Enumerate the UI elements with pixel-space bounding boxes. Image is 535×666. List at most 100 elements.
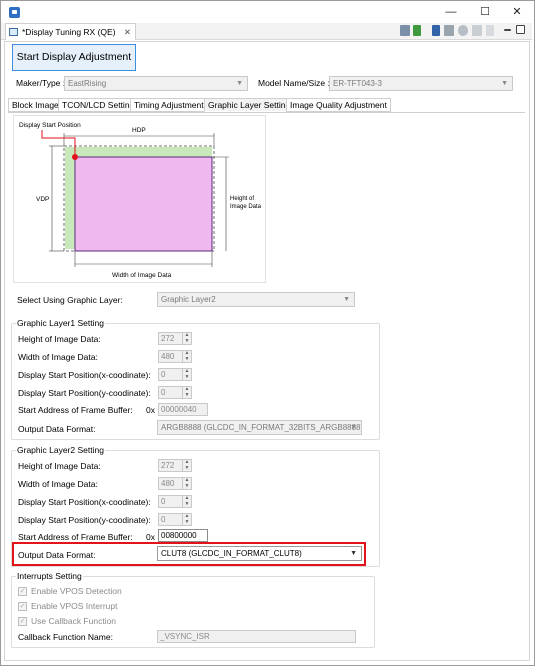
layer2-addr-label: Start Address of Frame Buffer: xyxy=(18,532,133,542)
layer2-starty-label: Display Start Position(y-coodinate): xyxy=(18,515,151,525)
layer1-addr-prefix: 0x xyxy=(146,405,155,415)
spin-arrows-icon[interactable]: ▲ ▼ xyxy=(182,477,191,489)
layer2-height-label: Height of Image Data: xyxy=(18,461,101,471)
graphic-layer-diagram: Display Start Position HDP VDP Height of… xyxy=(13,115,266,283)
image-data-area xyxy=(74,156,213,252)
tab-graphic-layer-setting[interactable]: Graphic Layer Setting xyxy=(204,98,295,112)
pin-icon[interactable] xyxy=(486,25,494,36)
layer1-title: Graphic Layer1 Setting xyxy=(16,318,105,328)
spin-arrows-icon[interactable]: ▲ ▼ xyxy=(182,368,191,380)
tab-timing-adjustment[interactable]: Timing Adjustment xyxy=(130,98,208,112)
layer1-width-value: 480 xyxy=(161,352,175,361)
close-tab-icon[interactable]: ✕ xyxy=(124,27,131,37)
model-value: ER-TFT043-3 xyxy=(333,79,382,88)
refresh-icon[interactable] xyxy=(458,25,468,36)
spin-arrows-icon[interactable]: ▲ ▼ xyxy=(182,386,191,398)
diagram-svg: Display Start Position HDP VDP Height of… xyxy=(19,122,262,279)
select-layer-label: Select Using Graphic Layer: xyxy=(17,295,123,305)
layer1-width-label: Width of Image Data: xyxy=(18,352,98,362)
editor-tab[interactable]: *Display Tuning RX (QE) ✕ xyxy=(5,23,137,40)
model-label: Model Name/Size : xyxy=(258,78,330,88)
width-label: Width of Image Data xyxy=(112,272,172,279)
layer2-startx-spinner[interactable]: 0 ▲ ▼ xyxy=(158,495,192,508)
layer1-starty-label: Display Start Position(y-coodinate): xyxy=(18,388,151,398)
app-icon xyxy=(9,7,20,18)
interrupts-title: Interrupts Setting xyxy=(16,571,83,581)
model-select[interactable]: ER-TFT043-3 ▼ xyxy=(329,76,513,91)
maker-select[interactable]: EastRising ▼ xyxy=(64,76,248,91)
callback-name-input[interactable]: _VSYNC_ISR xyxy=(157,630,356,643)
use-callback-label: Use Callback Function xyxy=(31,616,117,626)
layer1-startx-value: 0 xyxy=(161,370,166,379)
chevron-down-icon: ▼ xyxy=(350,424,357,431)
vpos-detection-checkbox[interactable]: ✓ xyxy=(18,587,27,596)
editor-tab-label: *Display Tuning RX (QE) xyxy=(22,27,116,37)
layer2-height-value: 272 xyxy=(161,461,175,470)
layer2-title: Graphic Layer2 Setting xyxy=(16,445,105,455)
maximize-button[interactable]: ☐ xyxy=(471,4,499,20)
maker-label: Maker/Type : xyxy=(16,78,66,88)
tab-image-quality-adjustment[interactable]: Image Quality Adjustment xyxy=(286,98,391,112)
layer2-addr-input[interactable]: 00800000 xyxy=(158,529,208,542)
vpos-interrupt-checkbox[interactable]: ✓ xyxy=(18,602,27,611)
export-icon[interactable] xyxy=(444,25,454,36)
layer1-startx-label: Display Start Position(x-coodinate): xyxy=(18,370,151,380)
layer2-width-spinner[interactable]: 480 ▲ ▼ xyxy=(158,477,192,490)
minimize-view-icon[interactable] xyxy=(504,29,511,31)
layer1-width-spinner[interactable]: 480 ▲ ▼ xyxy=(158,350,192,363)
layer1-startx-spinner[interactable]: 0 ▲ ▼ xyxy=(158,368,192,381)
start-position-dot xyxy=(72,154,78,160)
layer1-height-spinner[interactable]: 272 ▲ ▼ xyxy=(158,332,192,345)
select-layer-combo[interactable]: Graphic Layer2 ▼ xyxy=(157,292,355,307)
layout-icon[interactable] xyxy=(472,25,482,36)
highlight-box xyxy=(12,542,366,566)
use-callback-checkbox[interactable]: ✓ xyxy=(18,617,27,626)
layer1-format-label: Output Data Format: xyxy=(18,424,96,434)
spin-arrows-icon[interactable]: ▲ ▼ xyxy=(182,495,191,507)
layer2-starty-value: 0 xyxy=(161,515,166,524)
tab-tcon-lcd-setting[interactable]: TCON/LCD Setting xyxy=(58,98,139,112)
chevron-down-icon: ▼ xyxy=(343,296,350,303)
layer1-height-value: 272 xyxy=(161,334,175,343)
layer2-addr-prefix: 0x xyxy=(146,532,155,542)
layer2-startx-label: Display Start Position(x-coodinate): xyxy=(18,497,151,507)
vpos-detection-label: Enable VPOS Detection xyxy=(31,586,122,596)
height-label-line1: Height of xyxy=(230,196,254,202)
start-position-label: Display Start Position xyxy=(19,122,81,129)
minimize-button[interactable]: — xyxy=(437,4,465,20)
layer1-format-value: ARGB8888 (GLCDC_IN_FORMAT_32BITS_ARGB888… xyxy=(161,423,362,432)
document-icon[interactable] xyxy=(432,25,440,36)
vpos-interrupt-label: Enable VPOS Interrupt xyxy=(31,601,118,611)
close-button[interactable]: ✕ xyxy=(503,4,531,20)
layer1-starty-value: 0 xyxy=(161,388,166,397)
chevron-down-icon: ▼ xyxy=(501,80,508,87)
monitor-icon[interactable] xyxy=(400,25,410,36)
select-layer-value: Graphic Layer2 xyxy=(161,295,216,304)
maker-value: EastRising xyxy=(68,79,107,88)
title-bar: — ☐ ✕ xyxy=(1,1,532,23)
layer1-format-select[interactable]: ARGB8888 (GLCDC_IN_FORMAT_32BITS_ARGB888… xyxy=(157,420,362,435)
layer2-height-spinner[interactable]: 272 ▲ ▼ xyxy=(158,459,192,472)
layer2-startx-value: 0 xyxy=(161,497,166,506)
hdp-label: HDP xyxy=(132,127,146,134)
callback-name-label: Callback Function Name: xyxy=(18,632,113,642)
start-display-adjustment-button[interactable]: Start Display Adjustment xyxy=(12,44,136,71)
maximize-view-icon[interactable] xyxy=(516,25,525,34)
spin-arrows-icon[interactable]: ▲ ▼ xyxy=(182,513,191,525)
spin-arrows-icon[interactable]: ▲ ▼ xyxy=(182,332,191,344)
layer1-height-label: Height of Image Data: xyxy=(18,334,101,344)
vdp-label: VDP xyxy=(36,196,49,203)
spin-arrows-icon[interactable]: ▲ ▼ xyxy=(182,459,191,471)
chevron-down-icon: ▼ xyxy=(236,80,243,87)
spin-arrows-icon[interactable]: ▲ ▼ xyxy=(182,350,191,362)
layer1-addr-input[interactable]: 00000040 xyxy=(158,403,208,416)
monitor-icon xyxy=(9,28,18,36)
layer2-width-value: 480 xyxy=(161,479,175,488)
tab-block-image[interactable]: Block Image xyxy=(8,98,63,112)
layer2-starty-spinner[interactable]: 0 ▲ ▼ xyxy=(158,513,192,526)
height-label-line2: Image Data xyxy=(230,204,262,210)
tab-divider xyxy=(8,112,525,113)
layer1-starty-spinner[interactable]: 0 ▲ ▼ xyxy=(158,386,192,399)
layer1-addr-label: Start Address of Frame Buffer: xyxy=(18,405,133,415)
rewind-icon[interactable] xyxy=(413,25,421,36)
